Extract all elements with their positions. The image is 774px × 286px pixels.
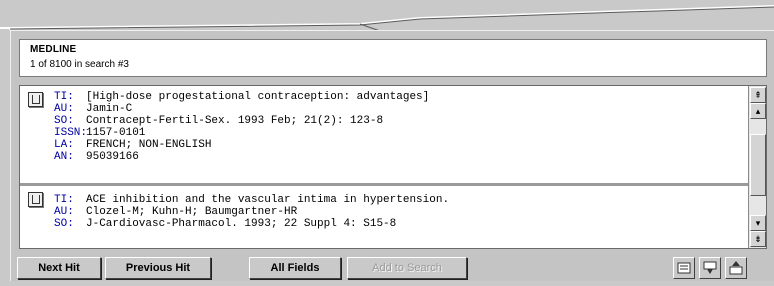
record-title: [High-dose progestational contraception:…	[86, 91, 430, 103]
record-author: Clozel-M; Kuhn-H; Baumgartner-HR	[86, 206, 298, 218]
scroll-up-icon[interactable]: ▴	[750, 103, 766, 119]
book-icon[interactable]	[28, 92, 43, 107]
record-accession: 95039166	[86, 151, 139, 163]
next-hit-button[interactable]: Next Hit	[17, 257, 101, 279]
scroll-thumb[interactable]	[750, 134, 766, 196]
search-status-header: MEDLINE 1 of 8100 in search #3	[19, 39, 767, 77]
record-source: Contracept-Fertil-Sex. 1993 Feb; 21(2): …	[86, 115, 384, 127]
field-tag: AU:	[54, 103, 74, 115]
record-language: FRENCH; NON-ENGLISH	[86, 139, 212, 151]
field-tag: LA:	[54, 139, 74, 151]
filter-icon[interactable]	[699, 257, 721, 279]
field-tag: TI:	[54, 91, 74, 103]
record-issn: 1157-0101	[86, 127, 146, 139]
field-tag: TI:	[54, 194, 74, 206]
database-name: MEDLINE	[30, 44, 77, 55]
results-list[interactable]: TI: [High-dose progestational contracepti…	[19, 85, 767, 249]
scroll-top-icon[interactable]: ⇞	[750, 87, 766, 103]
record-item[interactable]: TI: ACE inhibition and the vascular intim…	[20, 186, 748, 248]
record-item[interactable]: TI: [High-dose progestational contracepti…	[20, 86, 748, 184]
field-tag: SO:	[54, 218, 74, 230]
book-icon[interactable]	[28, 192, 43, 207]
record-source: J-Cardiovasc-Pharmacol. 1993; 22 Suppl 4…	[86, 218, 397, 230]
print-icon[interactable]	[673, 257, 695, 279]
record-title: ACE inhibition and the vascular intima i…	[86, 194, 450, 206]
record-viewer-panel: MEDLINE 1 of 8100 in search #3 TI: [High-…	[10, 30, 774, 281]
all-fields-button[interactable]: All Fields	[249, 257, 341, 279]
vertical-scrollbar[interactable]: ⇞ ▴ ▾ ⇟	[748, 86, 766, 248]
scroll-bottom-icon[interactable]: ⇟	[750, 231, 766, 247]
scroll-down-icon[interactable]: ▾	[750, 215, 766, 231]
field-tag: AN:	[54, 151, 74, 163]
search-position: 1 of 8100 in search #3	[30, 59, 129, 70]
export-icon[interactable]	[725, 257, 747, 279]
field-tag: SO:	[54, 115, 74, 127]
previous-hit-button[interactable]: Previous Hit	[105, 257, 211, 279]
field-tag: AU:	[54, 206, 74, 218]
field-tag: ISSN:	[54, 127, 88, 139]
record-author: Jamin-C	[86, 103, 133, 115]
add-to-search-button: Add to Search	[347, 257, 467, 279]
